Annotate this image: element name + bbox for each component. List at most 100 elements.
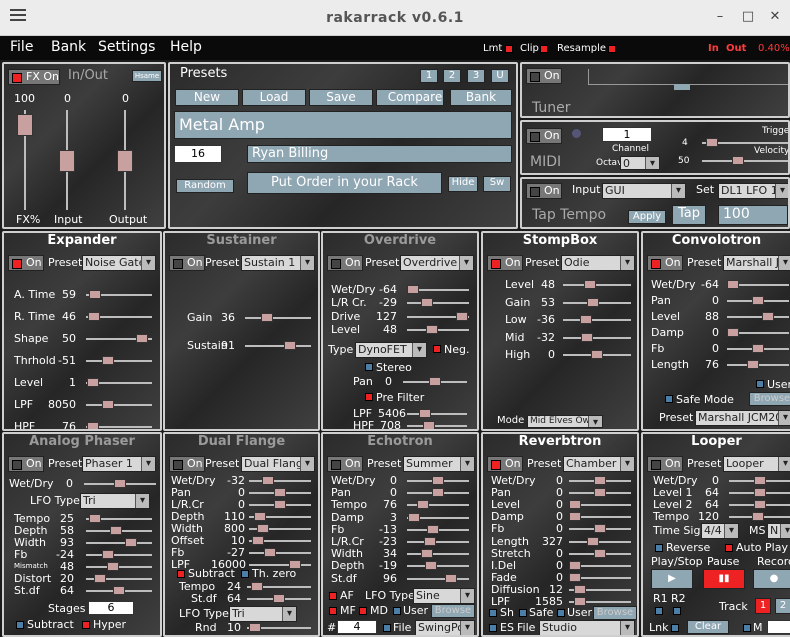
slider-knob[interactable] — [113, 586, 125, 595]
menu-help[interactable]: Help — [170, 39, 202, 55]
slider-knob[interactable] — [102, 550, 114, 559]
reverbtron-safe-checkbox[interactable] — [519, 609, 527, 617]
overdrive-neg-checkbox[interactable] — [433, 345, 441, 353]
echotron-fb-slider[interactable] — [407, 524, 469, 534]
echotron-file-checkbox[interactable] — [383, 624, 391, 632]
slider-knob[interactable] — [594, 548, 606, 558]
slider-knob[interactable] — [102, 400, 114, 409]
slider-knob[interactable] — [89, 290, 101, 299]
overdrive-l-r-cr--slider[interactable] — [407, 298, 469, 308]
echotron-width-slider[interactable] — [407, 549, 469, 559]
reverbtron-level-slider[interactable] — [569, 500, 631, 510]
compare-button[interactable]: Compare — [376, 89, 444, 106]
echotron-user-checkbox[interactable] — [393, 607, 401, 615]
phaser-wetdry-slider[interactable] — [84, 479, 156, 488]
load-button[interactable]: Load — [242, 89, 306, 106]
slider-knob[interactable] — [427, 524, 439, 534]
reverbtron-lpf-slider[interactable] — [569, 597, 631, 606]
reverbtron-file-select[interactable]: Studio — [539, 620, 635, 635]
echotron-browse-button[interactable]: Browse — [431, 604, 475, 618]
convolotron-fb-slider[interactable] — [727, 344, 789, 353]
slider-knob[interactable] — [254, 512, 266, 521]
menu-bank[interactable]: Bank — [51, 39, 86, 55]
flange-l-r-cr-slider[interactable] — [249, 500, 311, 509]
phaser-hyper-checkbox[interactable] — [82, 621, 90, 629]
slider-knob[interactable] — [574, 584, 586, 594]
menu-settings[interactable]: Settings — [98, 39, 155, 55]
reverbtron-damp-slider[interactable] — [569, 512, 631, 522]
overdrive-pan-slider[interactable] — [403, 377, 467, 386]
slider-knob[interactable] — [136, 334, 148, 343]
sustainer-on-button[interactable]: On — [169, 255, 205, 271]
looper-level-2-slider[interactable] — [729, 500, 790, 509]
reverbtron-length-slider[interactable] — [569, 536, 631, 546]
looper-r1-checkbox[interactable] — [655, 607, 663, 615]
looper-clear-button[interactable]: Clear — [687, 620, 729, 634]
bank-1-button[interactable]: 1 — [420, 69, 438, 83]
channel-spinner[interactable]: 1 — [602, 127, 652, 142]
flange-depth-slider[interactable] — [249, 512, 311, 521]
reverbtron-sh-checkbox[interactable] — [489, 609, 497, 617]
sustainer-sustain-slider[interactable] — [245, 341, 311, 350]
overdrive-level-slider[interactable] — [407, 324, 469, 334]
minimize-icon[interactable]: – — [711, 8, 729, 26]
convolotron-damp-slider[interactable] — [727, 328, 789, 337]
looper-play-button[interactable]: ▶ — [651, 569, 693, 589]
reverbtron-user-checkbox[interactable] — [557, 609, 565, 617]
slider-knob[interactable] — [456, 311, 468, 321]
slider-knob[interactable] — [754, 500, 766, 509]
convolotron-preset-select[interactable]: Marshall JCM — [723, 255, 790, 271]
flange-stdf-slider[interactable] — [247, 594, 311, 603]
slider-knob[interactable] — [102, 356, 114, 365]
slider-knob[interactable] — [264, 548, 276, 557]
stompbox-high-slider[interactable] — [563, 350, 631, 359]
slider-knob[interactable] — [584, 280, 596, 289]
echotron-on-button[interactable]: On — [327, 456, 363, 472]
slider-knob[interactable] — [257, 524, 269, 533]
slider-knob[interactable] — [432, 476, 444, 485]
looper-tempo-slider[interactable] — [729, 512, 790, 521]
looper-timesig-select[interactable]: 4/4 — [701, 523, 739, 539]
phaser-preset-select[interactable]: Phaser 1 — [82, 456, 156, 472]
looper-ms-select[interactable]: N — [767, 523, 790, 539]
stompbox-preset-select[interactable]: Odie — [561, 255, 635, 271]
overdrive-wet-dry-slider[interactable] — [407, 285, 469, 294]
stompbox-level-slider[interactable] — [563, 280, 631, 289]
slider-knob[interactable] — [727, 280, 739, 289]
slider-knob[interactable] — [432, 488, 444, 498]
convolotron-browse-button[interactable]: Browse — [749, 392, 790, 406]
flange-preset-select[interactable]: Dual Flange — [241, 456, 315, 472]
expander-a-time-slider[interactable] — [86, 290, 152, 299]
stompbox-mid-slider[interactable] — [563, 332, 631, 342]
echotron-file-select[interactable]: SwingPong — [415, 620, 475, 635]
reverbtron-on-button[interactable]: On — [487, 456, 523, 472]
looper-lnk-checkbox[interactable] — [671, 624, 679, 632]
slider-knob[interactable] — [727, 328, 739, 337]
looper-level-1-slider[interactable] — [729, 488, 790, 497]
velocity-slider[interactable] — [702, 156, 788, 165]
slider-knob[interactable] — [261, 313, 273, 322]
save-button[interactable]: Save — [309, 89, 373, 106]
slider-knob[interactable] — [587, 536, 599, 546]
fx-on-button[interactable]: FX On — [8, 69, 60, 85]
tap-button[interactable]: Tap — [672, 205, 706, 225]
reverbtron-fb-slider[interactable] — [569, 524, 631, 534]
echotron-wet-dry-slider[interactable] — [407, 476, 469, 485]
slider-knob[interactable] — [262, 476, 274, 485]
slider-knob[interactable] — [424, 537, 436, 546]
flange-offset-slider[interactable] — [249, 536, 311, 545]
flange-rnd-slider[interactable] — [247, 623, 311, 632]
echotron-preset-select[interactable]: Summer — [403, 456, 475, 472]
flange-width-slider[interactable] — [249, 524, 311, 533]
tap-set-select[interactable]: DL1 LFO 1 — [718, 183, 788, 199]
expander-level-slider[interactable] — [86, 378, 152, 387]
preset-name-field[interactable]: Metal Amp — [174, 111, 512, 139]
slider-knob[interactable] — [594, 524, 606, 534]
slider-knob[interactable] — [88, 312, 100, 321]
flange-lpf-slider[interactable] — [249, 560, 311, 569]
expander-thrhold-slider[interactable] — [86, 356, 152, 365]
output-slider-knob[interactable] — [117, 150, 133, 172]
convolotron-file-select[interactable]: Marshall JCM200 — [695, 410, 790, 426]
hsame-button[interactable]: Hsame — [132, 70, 162, 82]
flange-subtract-checkbox[interactable] — [177, 570, 185, 578]
